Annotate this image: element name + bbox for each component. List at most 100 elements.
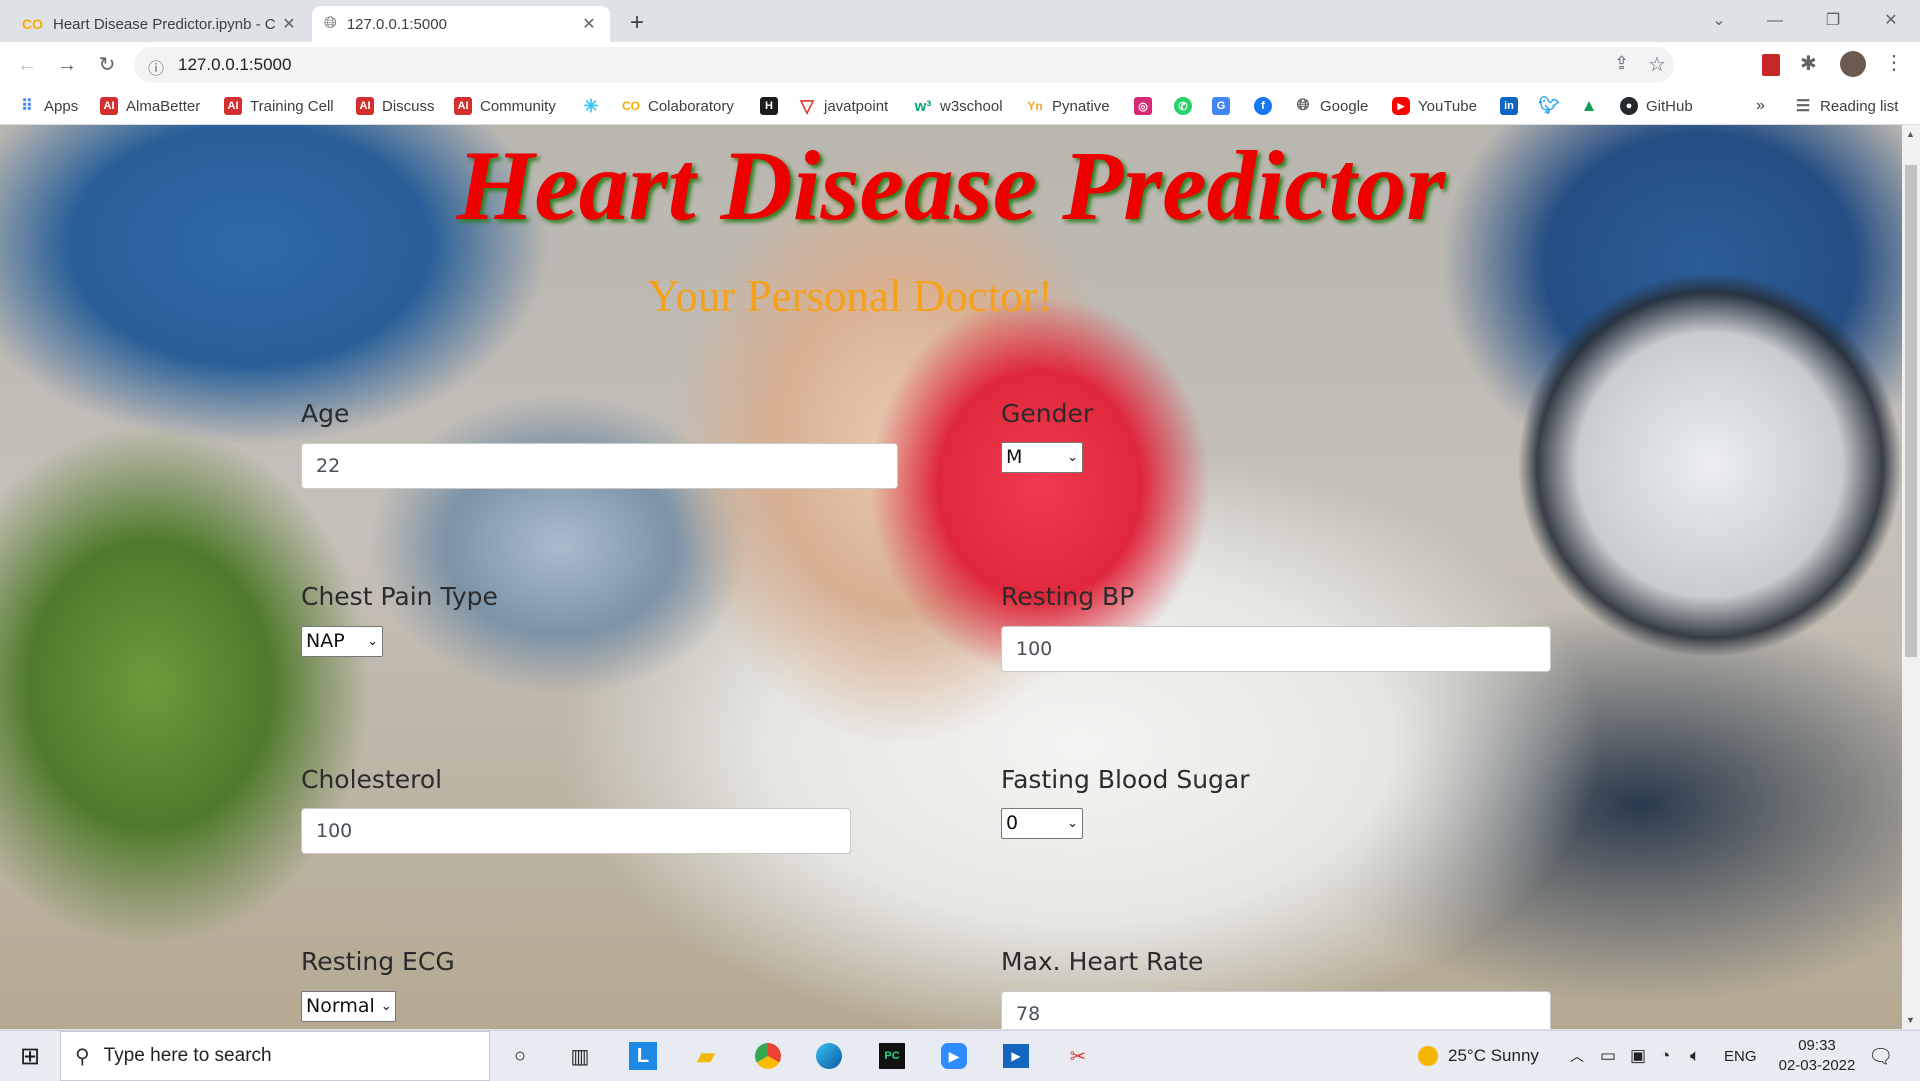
scroll-up-icon[interactable]: ▲ [1906, 129, 1915, 139]
sun-icon [1418, 1046, 1438, 1066]
twitter-icon: 🐦︎ [1538, 96, 1560, 115]
show-hidden-icons-icon[interactable]: ︿ [1570, 1031, 1584, 1081]
gender-select[interactable]: M ⌄ [1001, 442, 1083, 473]
address-bar[interactable]: ⓘ 127.0.0.1:5000 ⇪ ☆ [134, 47, 1674, 83]
chrome-icon[interactable] [750, 1039, 786, 1073]
extension-icon[interactable] [1762, 54, 1780, 76]
cholesterol-label: Cholesterol [301, 765, 443, 794]
bookmark-drive[interactable]: ▲ [1580, 96, 1606, 116]
language-indicator[interactable]: ENG [1724, 1031, 1757, 1081]
bookmark-hackerrank[interactable]: H [760, 96, 786, 116]
gender-label: Gender [1001, 399, 1094, 428]
file-explorer-icon[interactable]: ▰ [688, 1039, 724, 1073]
chevron-down-icon: ⌄ [1067, 450, 1078, 465]
bookmark-w3school[interactable]: w³ w3school [914, 96, 1003, 116]
bookmark-star-icon[interactable]: ☆ [1648, 52, 1666, 77]
bookmark-pynative[interactable]: Yn Pynative [1026, 96, 1109, 116]
volume-icon[interactable]: 🔈︎ [1690, 1031, 1700, 1081]
bookmark-google[interactable]: 🌐︎ Google [1294, 96, 1369, 116]
zoom-icon[interactable]: ▶ [936, 1039, 972, 1073]
close-window-icon[interactable]: ✕ [1868, 6, 1914, 36]
url-text[interactable]: 127.0.0.1:5000 [178, 55, 291, 75]
meet-now-icon[interactable]: ▣ [1630, 1031, 1646, 1081]
bookmark-colaboratory[interactable]: CO Colaboratory [622, 96, 734, 116]
almabetter-icon: AI [356, 97, 374, 115]
menu-icon[interactable]: ⋮ [1884, 50, 1904, 75]
apps-grid-icon: ⠿ [21, 98, 33, 115]
page-content: Heart Disease Predictor Your Personal Do… [0, 125, 1902, 1029]
bookmark-slack[interactable]: ✳ [582, 96, 608, 116]
javatpoint-icon: ▽ [800, 95, 814, 116]
close-tab-icon[interactable]: ✕ [280, 14, 298, 34]
bookmark-github[interactable]: ● GitHub [1620, 96, 1693, 116]
bookmark-translate[interactable]: G [1212, 96, 1238, 116]
resting-bp-label: Resting BP [1001, 582, 1135, 611]
taskbar-search-box[interactable]: ⚲ Type here to search [60, 1031, 490, 1081]
globe-icon: 🌐︎ [1296, 97, 1310, 114]
bookmark-community[interactable]: AI Community [454, 96, 556, 116]
share-icon[interactable]: ⇪ [1614, 53, 1629, 74]
resting-bp-input[interactable]: 100 [1001, 626, 1551, 672]
restore-icon[interactable]: ❐ [1810, 6, 1856, 36]
bookmark-instagram[interactable]: ◎ [1134, 96, 1160, 116]
back-icon[interactable]: ← [12, 50, 42, 80]
fasting-blood-sugar-select[interactable]: 0 ⌄ [1001, 808, 1083, 839]
reload-icon[interactable]: ↻ [92, 50, 122, 80]
edge-icon[interactable] [811, 1039, 847, 1073]
chevron-down-icon: ⌄ [1067, 816, 1078, 831]
bookmark-facebook[interactable]: f [1254, 96, 1280, 116]
more-bookmarks-icon[interactable]: » [1756, 96, 1765, 116]
tab-title: 127.0.0.1:5000 [346, 15, 447, 33]
scrollbar-thumb[interactable] [1905, 165, 1917, 657]
pycharm-icon[interactable]: PC [874, 1039, 910, 1073]
bookmark-javatpoint[interactable]: ▽ javatpoint [798, 96, 888, 116]
bookmark-apps[interactable]: ⠿ Apps [18, 96, 78, 116]
new-tab-button[interactable]: + [622, 8, 652, 38]
windows-taskbar: ⊞ ⚲ Type here to search ○ ▥ L ▰ PC ▶ ▶ ✂… [0, 1030, 1920, 1081]
minimize-icon[interactable]: — [1752, 6, 1798, 36]
bookmark-twitter[interactable]: 🐦︎ [1538, 96, 1566, 116]
weather-widget[interactable]: 25°C Sunny [1418, 1031, 1539, 1081]
tab-search-icon[interactable]: ⌄ [1696, 6, 1742, 36]
bookmark-almabetter[interactable]: AI AlmaBetter [100, 96, 200, 116]
youtube-icon: ▶ [1392, 97, 1410, 115]
snipping-tool-icon[interactable]: ✂ [1060, 1039, 1096, 1073]
close-tab-icon[interactable]: ✕ [580, 14, 598, 34]
bookmark-whatsapp[interactable]: ✆ [1174, 96, 1200, 116]
resting-ecg-select[interactable]: Normal ⌄ [301, 991, 396, 1022]
page-subtitle: Your Personal Doctor! [647, 271, 1053, 321]
reading-list-button[interactable]: ☰ Reading list [1794, 96, 1899, 116]
resting-ecg-label: Resting ECG [301, 947, 455, 976]
info-icon[interactable]: ⓘ [148, 55, 164, 79]
network-icon[interactable]: ◔ [1660, 1031, 1670, 1081]
avatar[interactable] [1840, 51, 1866, 77]
windows-start-icon[interactable]: ⊞ [12, 1039, 48, 1073]
app-l-icon[interactable]: L [625, 1039, 661, 1073]
bookmark-training-cell[interactable]: AI Training Cell [224, 96, 334, 116]
tab-colab-notebook[interactable]: CO Heart Disease Predictor.ipynb - C ✕ [10, 6, 310, 42]
drive-icon: ▲ [1580, 96, 1598, 115]
page-scrollbar[interactable]: ▲ ▼ [1902, 125, 1920, 1029]
clock-time: 09:33 [1798, 1037, 1836, 1054]
bookmark-youtube[interactable]: ▶ YouTube [1392, 96, 1477, 116]
screen-recorder-icon[interactable]: ▶ [998, 1039, 1034, 1073]
whatsapp-icon: ✆ [1174, 97, 1192, 115]
tab-title: Heart Disease Predictor.ipynb - C [53, 15, 276, 33]
search-placeholder: Type here to search [103, 1045, 272, 1066]
cortana-icon[interactable]: ○ [502, 1039, 538, 1073]
extensions-puzzle-icon[interactable]: ✱ [1800, 51, 1817, 76]
forward-icon[interactable]: → [52, 50, 82, 80]
battery-icon[interactable]: ▭ [1600, 1031, 1616, 1081]
max-heart-rate-input[interactable]: 78 [1001, 991, 1551, 1029]
tab-localhost[interactable]: 🌐︎ 127.0.0.1:5000 ✕ [312, 6, 610, 42]
cholesterol-input[interactable]: 100 [301, 808, 851, 854]
bookmark-discuss[interactable]: AI Discuss [356, 96, 435, 116]
age-input[interactable]: 22 [301, 443, 898, 489]
chest-pain-type-select[interactable]: NAP ⌄ [301, 626, 383, 657]
task-view-icon[interactable]: ▥ [562, 1039, 598, 1073]
bookmark-linkedin[interactable]: in [1500, 96, 1526, 116]
notifications-icon[interactable]: 🗨︎ [1868, 1031, 1893, 1081]
clock[interactable]: 09:33 02-03-2022 [1772, 1036, 1862, 1076]
clock-date: 02-03-2022 [1778, 1057, 1856, 1074]
scroll-down-icon[interactable]: ▼ [1906, 1015, 1915, 1025]
